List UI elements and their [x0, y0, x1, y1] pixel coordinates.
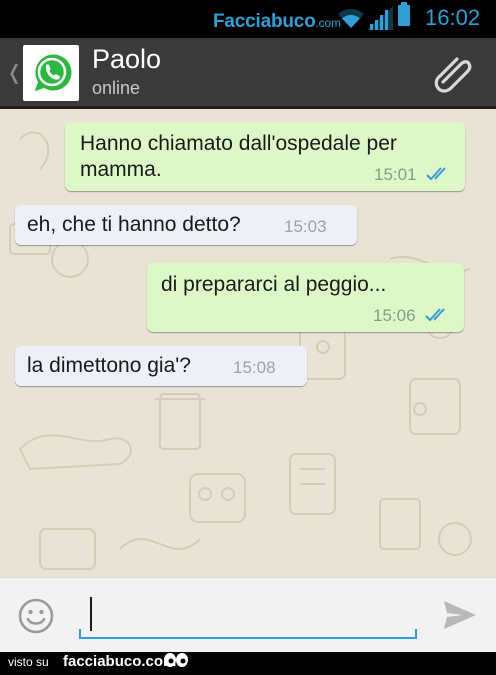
message-text: la dimettono gia'?	[27, 354, 191, 377]
contact-name[interactable]: Paolo	[92, 44, 161, 75]
message-input-bar	[0, 577, 496, 653]
watermark: Facciabuco.com	[213, 11, 341, 33]
eyes-icon	[164, 653, 188, 667]
send-icon[interactable]	[443, 600, 477, 630]
contact-status: online	[92, 78, 141, 98]
message-timestamp: 15:06	[373, 306, 416, 325]
footer-prefix: visto su	[8, 655, 49, 669]
message-text: di prepararci al peggio...	[161, 273, 387, 296]
emoji-icon[interactable]	[18, 598, 54, 634]
watermark-main: Facciabuco	[213, 11, 316, 32]
outgoing-message[interactable]: di prepararci al peggio... 15:06	[147, 263, 464, 332]
wifi-icon	[338, 8, 364, 28]
message-text-line: Hanno chiamato dall'ospedale per	[80, 132, 397, 155]
double-check-icon	[426, 167, 446, 181]
status-bar: Facciabuco.com 16:02	[0, 0, 496, 38]
message-timestamp: 15:01	[374, 165, 417, 184]
message-timestamp: 15:03	[284, 217, 327, 236]
chat-area[interactable]: Hanno chiamato dall'ospedale per mamma. …	[0, 109, 496, 577]
whatsapp-logo	[23, 45, 79, 101]
message-text-line: mamma.	[80, 158, 162, 181]
chat-header[interactable]: ❬ Paolo online	[0, 38, 496, 109]
incoming-message[interactable]: la dimettono gia'? 15:08	[15, 346, 307, 386]
incoming-message[interactable]: eh, che ti hanno detto? 15:03	[15, 205, 357, 245]
message-input-field[interactable]	[85, 598, 409, 634]
outgoing-message[interactable]: Hanno chiamato dall'ospedale per mamma. …	[65, 122, 465, 191]
battery-icon	[398, 2, 410, 26]
message-timestamp: 15:08	[233, 358, 276, 377]
double-check-icon	[425, 308, 445, 322]
paperclip-icon[interactable]	[432, 51, 474, 93]
footer: visto su facciabuco.com	[0, 652, 496, 675]
status-clock: 16:02	[425, 5, 481, 30]
message-input[interactable]	[79, 594, 417, 639]
footer-site[interactable]: facciabuco.com	[63, 653, 176, 670]
back-chevron-icon[interactable]: ❬	[6, 60, 23, 84]
text-caret	[90, 597, 92, 631]
signal-icon	[367, 6, 393, 30]
avatar[interactable]	[23, 45, 79, 101]
message-text: eh, che ti hanno detto?	[27, 213, 241, 236]
